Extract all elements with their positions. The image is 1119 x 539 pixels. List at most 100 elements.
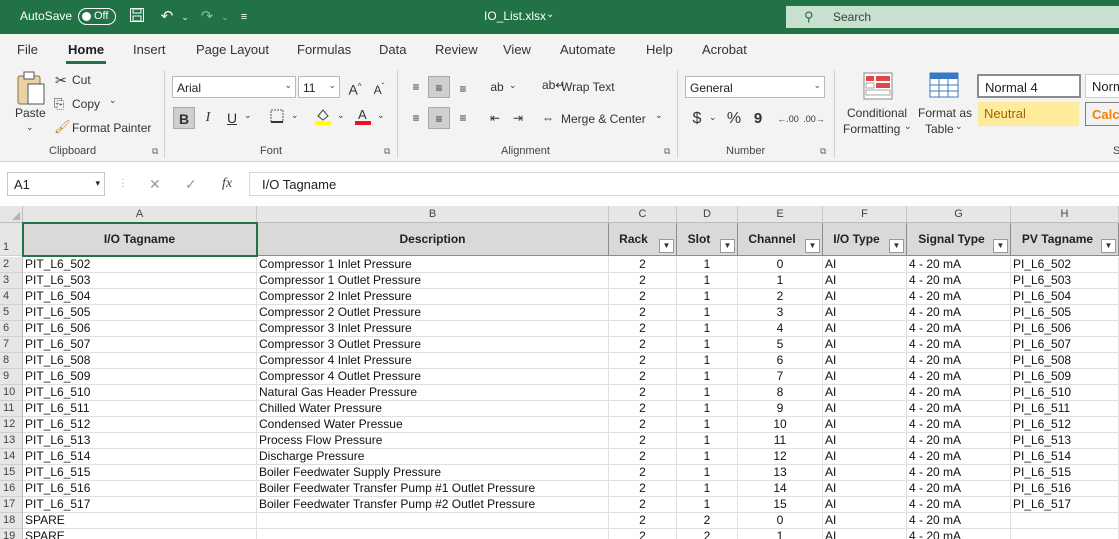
table-cell[interactable]: 0 [738,513,823,529]
table-cell[interactable]: 13 [738,465,823,481]
table-cell[interactable]: PI_L6_508 [1011,353,1119,369]
table-cell[interactable]: AI [823,449,907,465]
table-cell[interactable]: 2 [609,289,677,305]
table-cell[interactable]: 1 [738,529,823,539]
orientation-dropdown-icon[interactable]: ⌄ [509,80,517,91]
spreadsheet-grid[interactable]: A B C D E F G H 1 I/O Tagname Descriptio… [0,206,1119,539]
table-cell[interactable]: PIT_L6_516 [23,481,257,497]
table-cell[interactable]: Compressor 3 Outlet Pressure [257,337,609,353]
table-cell[interactable] [257,529,609,539]
row-header[interactable]: 11 [0,401,23,417]
underline-dropdown-icon[interactable]: ⌄ [244,110,252,121]
table-cell[interactable]: 4 - 20 mA [907,353,1011,369]
font-color-dropdown-icon[interactable]: ⌄ [377,110,385,121]
table-cell[interactable]: AI [823,481,907,497]
table-cell[interactable]: 1 [677,273,738,289]
table-cell[interactable]: Compressor 4 Outlet Pressure [257,369,609,385]
table-cell[interactable]: PIT_L6_517 [23,497,257,513]
tab-file[interactable]: File [17,42,38,57]
wrap-text-button[interactable]: Wrap Text [561,80,615,94]
table-cell[interactable]: PIT_L6_503 [23,273,257,289]
table-cell[interactable]: PIT_L6_514 [23,449,257,465]
filter-dropdown-icon[interactable]: ▼ [993,239,1008,253]
table-cell[interactable]: 1 [677,257,738,273]
table-cell[interactable]: 1 [677,417,738,433]
conditional-formatting-button-line2[interactable]: Formatting [843,122,900,136]
row-header[interactable]: 3 [0,273,23,289]
percent-button[interactable]: % [723,108,745,130]
table-cell[interactable]: 12 [738,449,823,465]
filter-dropdown-icon[interactable]: ▼ [889,239,904,253]
tab-data[interactable]: Data [379,42,406,57]
row-header[interactable]: 12 [0,417,23,433]
row-header[interactable]: 8 [0,353,23,369]
table-cell[interactable]: 2 [609,465,677,481]
header-description[interactable]: Description [257,223,609,256]
table-cell[interactable]: AI [823,321,907,337]
table-cell[interactable]: 4 - 20 mA [907,497,1011,513]
copy-icon[interactable]: ⎘ [54,96,64,112]
column-header-h[interactable]: H [1011,206,1119,223]
table-cell[interactable]: 1 [677,385,738,401]
table-cell[interactable]: 11 [738,433,823,449]
font-name-select[interactable]: Arial ⌄ [172,76,296,98]
table-cell[interactable] [1011,513,1119,529]
decrease-font-icon[interactable]: Aˇ [368,76,390,98]
header-slot[interactable]: Slot ▼ [677,223,738,256]
table-cell[interactable]: 2 [609,337,677,353]
filter-dropdown-icon[interactable]: ▼ [805,239,820,253]
table-cell[interactable]: 4 - 20 mA [907,417,1011,433]
increase-indent-icon[interactable]: ⇥ [507,107,529,129]
copy-button[interactable]: Copy [72,97,100,111]
fill-color-dropdown-icon[interactable]: ⌄ [337,110,345,121]
style-calculation[interactable]: Calcu [1085,102,1119,126]
formula-input[interactable]: I/O Tagname [249,172,1119,196]
table-cell[interactable]: Compressor 1 Inlet Pressure [257,257,609,273]
table-cell[interactable]: 4 - 20 mA [907,433,1011,449]
table-cell[interactable]: Condensed Water Pressue [257,417,609,433]
table-cell[interactable]: 2 [609,449,677,465]
table-cell[interactable]: AI [823,401,907,417]
cut-button[interactable]: Cut [72,73,91,87]
table-cell[interactable]: AI [823,289,907,305]
row-header[interactable]: 9 [0,369,23,385]
header-pv-tagname[interactable]: PV Tagname ▼ [1011,223,1119,256]
paste-dropdown-icon[interactable]: ⌄ [26,122,34,133]
merge-center-icon[interactable]: ⇔ [542,111,554,125]
table-cell[interactable]: Discharge Pressure [257,449,609,465]
format-as-table-button[interactable]: Format as [918,106,972,120]
filter-dropdown-icon[interactable]: ▼ [1101,239,1116,253]
tab-page-layout[interactable]: Page Layout [196,42,269,57]
table-cell[interactable]: 1 [677,481,738,497]
table-cell[interactable]: 9 [738,401,823,417]
table-cell[interactable]: AI [823,529,907,539]
table-cell[interactable]: AI [823,465,907,481]
table-cell[interactable]: 5 [738,337,823,353]
row-header[interactable]: 17 [0,497,23,513]
italic-button[interactable]: I [197,107,219,129]
table-cell[interactable]: PI_L6_505 [1011,305,1119,321]
conditional-formatting-icon[interactable] [863,72,893,100]
alignment-launcher-icon[interactable]: ⧉ [664,146,670,157]
format-as-table-dropdown-icon[interactable]: ⌄ [955,121,963,132]
table-cell[interactable]: 2 [738,289,823,305]
table-cell[interactable]: 1 [677,465,738,481]
tab-automate[interactable]: Automate [560,42,616,57]
table-cell[interactable]: PIT_L6_513 [23,433,257,449]
table-cell[interactable]: 1 [738,273,823,289]
table-cell[interactable]: AI [823,385,907,401]
table-cell[interactable]: 4 - 20 mA [907,481,1011,497]
conditional-formatting-button[interactable]: Conditional [847,106,907,120]
column-header-d[interactable]: D [677,206,738,223]
table-cell[interactable]: 4 - 20 mA [907,273,1011,289]
table-cell[interactable]: 2 [609,321,677,337]
table-cell[interactable]: 1 [677,449,738,465]
table-cell[interactable]: 1 [677,353,738,369]
table-cell[interactable]: 0 [738,257,823,273]
table-cell[interactable]: 4 - 20 mA [907,513,1011,529]
select-all-button[interactable] [0,206,23,223]
table-cell[interactable]: PI_L6_507 [1011,337,1119,353]
table-cell[interactable]: 4 - 20 mA [907,321,1011,337]
column-header-b[interactable]: B [257,206,609,223]
font-size-select[interactable]: 11 ⌄ [298,76,340,98]
